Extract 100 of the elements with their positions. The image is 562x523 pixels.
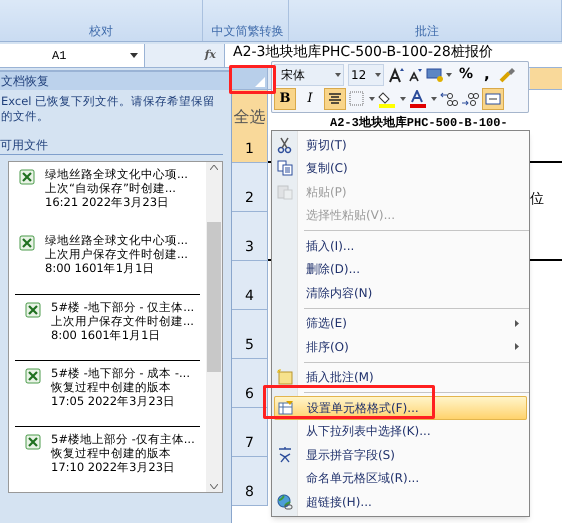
borders-icon[interactable] <box>349 90 375 106</box>
format-cells-icon <box>277 398 295 417</box>
menu-item[interactable]: 删除(D)... <box>274 258 527 281</box>
select-all-label: 全选 <box>234 109 266 125</box>
file-time: 17:05 2022年3月23日 <box>51 394 176 408</box>
increase-decimal-icon[interactable] <box>440 90 458 106</box>
file-name: 5#楼地上部分 -仅有主体... <box>51 432 195 446</box>
dropdown-arrow-icon <box>335 72 341 76</box>
menu-item[interactable]: 设置单元格格式(F)... <box>274 396 527 420</box>
pinyin-icon <box>276 446 294 464</box>
dropdown-arrow-icon <box>130 53 138 58</box>
scrollbar[interactable] <box>206 162 222 492</box>
row-header[interactable]: 3 <box>232 212 268 261</box>
menu-item[interactable]: 插入批注(M) <box>274 366 527 389</box>
spreadsheet-file-icon <box>19 169 35 185</box>
menu-item[interactable]: 显示拼音字段(S) <box>274 443 527 466</box>
file-name: 绿地丝路全球文化中心项... <box>45 167 188 181</box>
recovery-message: Excel 已恢复下列文件。请保存希望保留的文件。 <box>1 94 216 124</box>
font-name-field[interactable]: 宋体 <box>274 64 344 86</box>
ribbon-group-label: 中文简繁转换 <box>212 25 284 37</box>
row-number: 8 <box>245 483 254 502</box>
spreadsheet-file-icon <box>25 434 41 450</box>
fill-color-icon[interactable] <box>378 90 406 108</box>
font-color-icon[interactable] <box>409 90 437 108</box>
row-header[interactable]: 8 <box>232 457 268 506</box>
decrease-decimal-icon[interactable] <box>461 90 479 106</box>
shrink-font-icon[interactable] <box>408 68 422 82</box>
scroll-thumb[interactable] <box>207 222 221 372</box>
row-number: 5 <box>245 336 254 355</box>
bold-button[interactable]: B <box>274 88 296 110</box>
file-time: 16:21 2022年3月23日 <box>45 195 170 209</box>
scroll-up-icon[interactable] <box>210 165 218 170</box>
row-number: 1 <box>245 140 254 159</box>
align-center-icon <box>328 92 342 104</box>
row-number: 6 <box>245 385 254 404</box>
row-header[interactable]: 5 <box>232 310 268 359</box>
formula-text[interactable]: A2-3地块地库PHC-500-B-100-28桩报价 <box>233 45 493 60</box>
menu-item[interactable]: 清除内容(N) <box>274 281 527 304</box>
grow-font-icon[interactable] <box>388 66 404 82</box>
menu-item[interactable]: 插入(I)... <box>274 234 527 258</box>
percent-button[interactable]: % <box>456 64 476 85</box>
recovered-file-item[interactable]: 5#楼地上部分 -仅有主体... 恢复过程中创建的版本 17:10 2022年3月23日 <box>15 426 200 492</box>
menu-item[interactable]: 复制(C) <box>274 156 527 180</box>
clipboard-icon <box>276 182 294 201</box>
menu-item[interactable]: 命名单元格区域(R)... <box>274 466 527 490</box>
format-painter-icon[interactable] <box>498 66 516 84</box>
file-name: 绿地丝路全球文化中心项... <box>45 233 188 247</box>
menu-item[interactable]: 筛选(E) <box>274 312 527 335</box>
pane-title: 文档恢复 <box>1 73 49 90</box>
menu-item[interactable]: 从下拉列表中选择(K)... <box>274 420 527 443</box>
highlight-box <box>229 65 276 94</box>
ribbon-group-label: 校对 <box>89 25 113 37</box>
dropdown-arrow-icon <box>375 72 381 76</box>
submenu-arrow-icon <box>515 343 519 350</box>
menu-item[interactable]: 超链接(H)... <box>274 490 527 514</box>
row-header[interactable]: 全选 1 <box>232 90 268 163</box>
corner-triangle-icon <box>255 77 265 87</box>
recovered-file-item[interactable]: 5#楼 -地下部分 - 成本 -... 恢复过程中创建的版本 17:05 2022年3月23日 <box>15 360 200 426</box>
file-source: 上次“自动保存”时创建... <box>45 181 177 195</box>
file-time: 8:00 1601年1月1日 <box>51 328 162 342</box>
table-cell[interactable]: 位 <box>530 189 544 210</box>
spreadsheet-file-icon <box>25 302 41 318</box>
row-header[interactable]: 6 <box>232 359 268 408</box>
row-number: 2 <box>245 189 254 208</box>
recovered-file-item[interactable]: 绿地丝路全球文化中心项... 上次“自动保存”时创建... 16:21 2022年3月23日 <box>9 162 206 228</box>
row-number: 7 <box>245 434 254 453</box>
section-heading: 可用文件 <box>0 138 48 152</box>
row-header[interactable]: 7 <box>232 408 268 457</box>
file-name: 5#楼 -地下部分 - 成本 -... <box>51 366 190 380</box>
insert-function-button[interactable]: fx <box>204 47 216 64</box>
file-source: 恢复过程中创建的版本 <box>51 380 172 394</box>
merge-center-icon <box>485 92 501 104</box>
row-header[interactable]: 4 <box>232 261 268 310</box>
spreadsheet-file-icon <box>19 235 35 251</box>
row-header[interactable]: 2 <box>232 163 268 212</box>
wrap-text-button[interactable] <box>482 88 504 110</box>
submenu-arrow-icon <box>515 320 519 327</box>
file-name: 5#楼 -地下部分 - 仅主体... <box>51 300 194 314</box>
file-source: 上次用户保存文件时创建... <box>45 247 188 261</box>
note-icon <box>276 368 294 386</box>
font-size-field[interactable]: 12 <box>348 64 384 86</box>
scissors-icon <box>276 136 294 154</box>
row-number: 3 <box>245 238 254 257</box>
recovered-file-item[interactable]: 绿地丝路全球文化中心项... 上次用户保存文件时创建... 8:00 1601年1月1日 <box>9 228 206 294</box>
menu-item[interactable]: 排序(O) <box>274 335 527 358</box>
italic-button[interactable]: I <box>299 88 321 110</box>
globe-link-icon <box>276 492 294 511</box>
ribbon-group-label: 批注 <box>415 25 439 37</box>
file-time: 8:00 1601年1月1日 <box>45 261 156 275</box>
spreadsheet-file-icon <box>25 368 41 384</box>
row-number: 4 <box>245 287 254 306</box>
menu-item[interactable]: 剪切(T) <box>274 133 527 156</box>
file-source: 恢复过程中创建的版本 <box>51 446 172 460</box>
file-time: 17:10 2022年3月23日 <box>51 460 176 474</box>
currency-format-icon[interactable] <box>426 66 452 82</box>
comma-button[interactable]: , <box>480 63 494 86</box>
scroll-down-icon[interactable] <box>210 484 218 489</box>
recovered-file-item[interactable]: 5#楼 -地下部分 - 仅主体... 上次用户保存文件时创建... 8:00 1601年1月1日 <box>15 294 200 360</box>
file-source: 上次用户保存文件时创建... <box>51 314 194 328</box>
align-center-button[interactable] <box>324 88 346 110</box>
